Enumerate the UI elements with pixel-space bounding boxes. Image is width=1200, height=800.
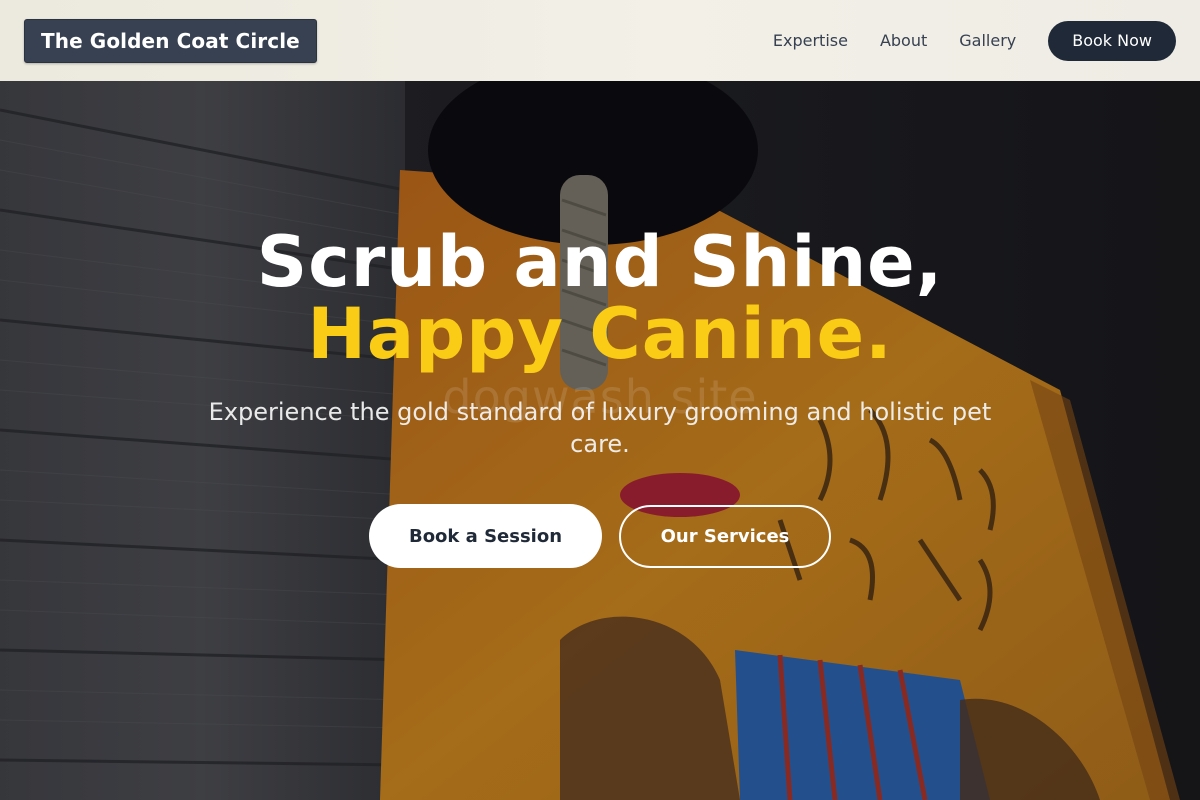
nav-link-expertise[interactable]: Expertise [773,31,848,50]
hero-subheadline: Experience the gold standard of luxury g… [208,398,992,458]
main-nav: Expertise About Gallery Book Now [773,20,1176,61]
hero-cta-row: Book a Session Our Services [0,504,1200,568]
headline-line-2: Happy Canine. [307,293,893,375]
book-now-button[interactable]: Book Now [1048,20,1176,61]
book-session-button[interactable]: Book a Session [369,504,602,568]
hero-content: Scrub and Shine, Happy Canine. Experienc… [0,226,1200,568]
our-services-button[interactable]: Our Services [619,504,831,568]
site-logo[interactable]: The Golden Coat Circle [24,18,317,63]
headline-line-1: Scrub and Shine, [256,221,944,303]
nav-link-about[interactable]: About [880,31,927,50]
site-header: The Golden Coat Circle Expertise About G… [0,0,1200,81]
nav-link-gallery[interactable]: Gallery [959,31,1016,50]
hero-headline: Scrub and Shine, Happy Canine. [0,226,1200,370]
